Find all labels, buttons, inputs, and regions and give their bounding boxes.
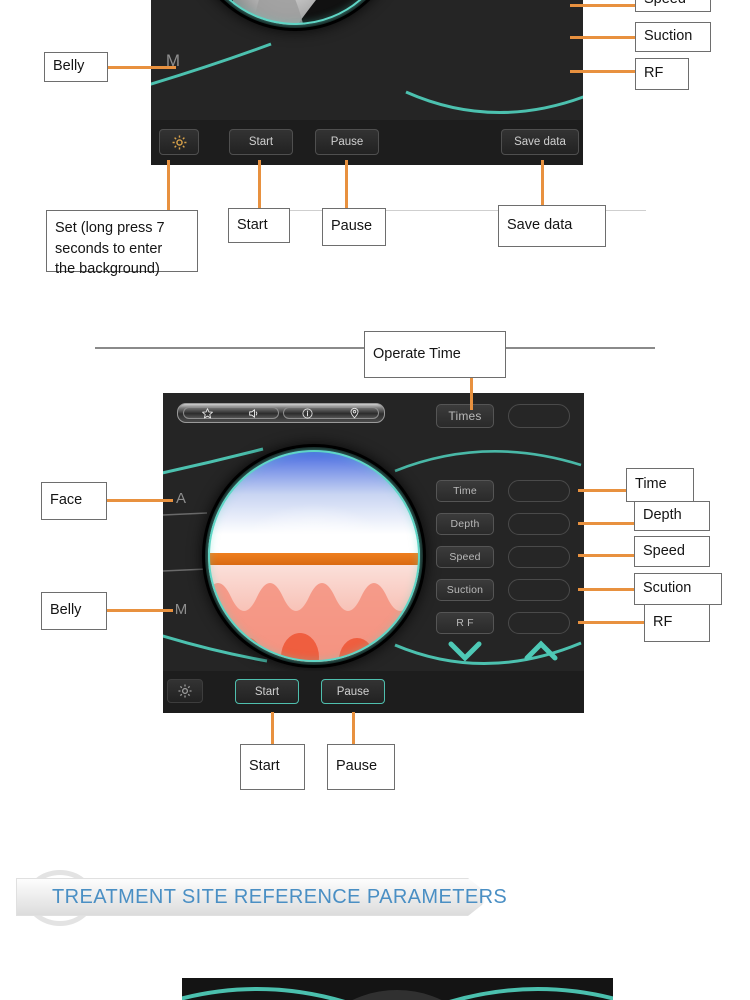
leader-save-1	[541, 160, 544, 210]
facial-treatment-screen: M Speed Suction R F	[151, 0, 583, 165]
leader-face	[105, 499, 173, 502]
times-button[interactable]: Times	[436, 404, 494, 428]
mode-label-a: A	[175, 489, 186, 507]
leader-suction-1	[570, 36, 635, 39]
save-data-button[interactable]: Save data	[501, 129, 579, 155]
leader-rf-2	[578, 621, 644, 624]
callout-set: Set (long press 7 seconds to enter the b…	[46, 210, 198, 277]
settings-button[interactable]	[159, 129, 199, 155]
param-button-rf-2[interactable]: R F	[436, 612, 494, 634]
callout-speed-2: Speed	[634, 536, 710, 567]
section-banner-title: TREATMENT SITE REFERENCE PARAMETERS	[52, 885, 508, 908]
leader-operate-time	[470, 378, 473, 410]
param-value-speed-2[interactable]	[508, 546, 570, 568]
callout-time-2: Time	[626, 468, 694, 502]
leader-start-2	[271, 712, 274, 745]
callout-belly-1: Belly	[44, 52, 108, 82]
info-icon[interactable]	[301, 407, 314, 420]
callout-belly-2: Belly	[41, 592, 107, 630]
callout-suction-2: Scution	[634, 573, 722, 605]
leader-belly-1	[108, 66, 176, 69]
start-button[interactable]: Start	[229, 129, 293, 155]
leader-speed-1	[570, 4, 635, 7]
param-button-time-2[interactable]: Time	[436, 480, 494, 502]
param-button-suction-2[interactable]: Suction	[436, 579, 494, 601]
callout-speed-1: Speed	[635, 0, 711, 12]
leader-start-1	[258, 160, 261, 210]
leader-pause-2	[352, 712, 355, 745]
param-value-rf-2[interactable]	[508, 612, 570, 634]
callout-rf-2: RF	[644, 604, 710, 642]
leader-set	[167, 160, 170, 210]
chevron-down-icon-2[interactable]	[445, 638, 485, 664]
skin-layer-treatment-screen: Times A M Time Depth Speed Suction R F S…	[163, 393, 584, 713]
callout-face: Face	[41, 482, 107, 520]
skin-layer-display	[205, 447, 423, 665]
start-button-2[interactable]: Start	[235, 679, 299, 704]
param-value-depth-2[interactable]	[508, 513, 570, 535]
pause-button[interactable]: Pause	[315, 129, 379, 155]
callout-start-2: Start	[240, 744, 305, 790]
leader-suction-2	[578, 588, 634, 591]
param-button-speed-2[interactable]: Speed	[436, 546, 494, 568]
param-value-suction-2[interactable]	[508, 579, 570, 601]
status-toolbar[interactable]	[177, 403, 385, 423]
star-icon[interactable]	[201, 407, 214, 420]
section-banner: TREATMENT SITE REFERENCE PARAMETERS	[14, 868, 514, 928]
callout-pause-2: Pause	[327, 744, 395, 790]
gear-icon	[172, 135, 186, 149]
gear-icon-2	[178, 684, 192, 698]
callout-save-data-1: Save data	[498, 205, 606, 247]
settings-button-2[interactable]	[167, 679, 203, 703]
callout-start-1: Start	[228, 208, 290, 243]
leader-belly-2	[105, 609, 173, 612]
toolbar-segment-left[interactable]	[183, 406, 279, 420]
speaker-icon[interactable]	[247, 407, 261, 420]
leader-depth-2	[578, 522, 634, 525]
callout-suction-1: Suction	[635, 22, 711, 52]
leader-time-2	[578, 489, 626, 492]
panel3-arc-decorations	[182, 987, 613, 1000]
toolbar-segment-right[interactable]	[283, 406, 379, 420]
third-device-screen-partial	[182, 978, 613, 1000]
times-value-field[interactable]	[508, 404, 570, 428]
leader-speed-2	[578, 554, 634, 557]
callout-rf-1: RF	[635, 58, 689, 90]
page-root: M Speed Suction R F	[0, 0, 750, 1000]
location-pin-icon[interactable]	[348, 406, 361, 420]
leader-pause-1	[345, 160, 348, 210]
callout-pause-1: Pause	[322, 208, 386, 246]
face-image-display	[191, 0, 399, 28]
chevron-up-icon-2[interactable]	[521, 638, 561, 664]
pause-button-2[interactable]: Pause	[321, 679, 385, 704]
leader-rf-1	[570, 70, 635, 73]
callout-operate-time: Operate Time	[364, 331, 506, 378]
param-button-depth-2[interactable]: Depth	[436, 513, 494, 535]
callout-depth-2: Depth	[634, 501, 710, 531]
param-value-time-2[interactable]	[508, 480, 570, 502]
